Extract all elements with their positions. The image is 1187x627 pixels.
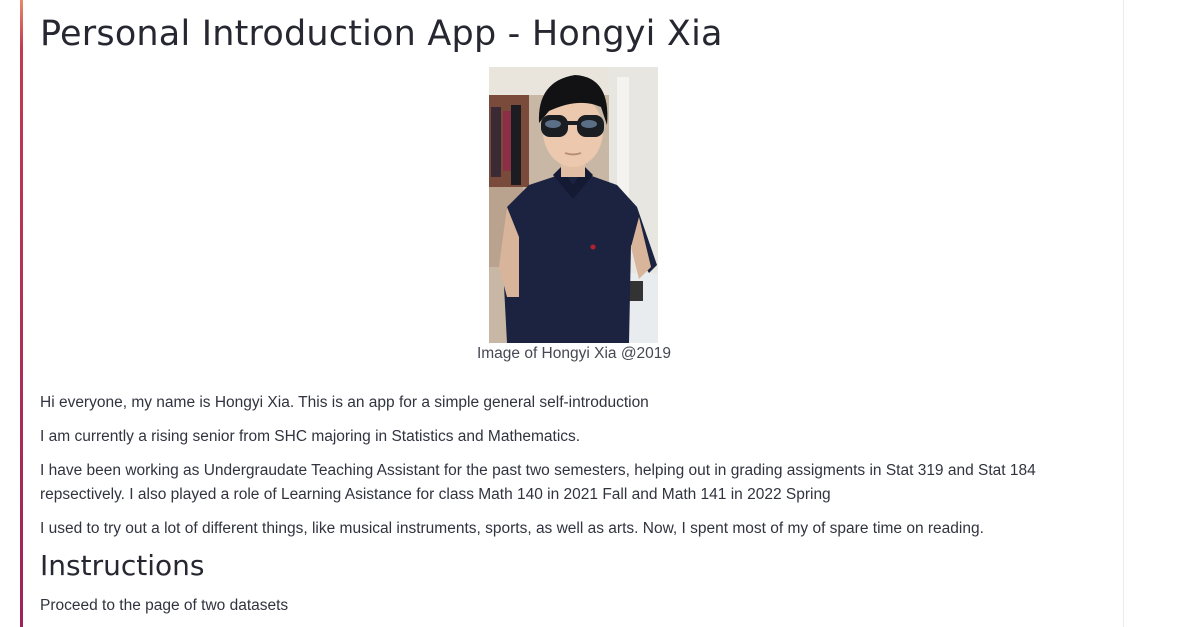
main-column-border	[1123, 0, 1124, 627]
image-caption: Image of Hongyi Xia @2019	[476, 345, 672, 362]
intro-paragraph-3: I have been working as Undergraudate Tea…	[40, 462, 1036, 503]
app-page: Personal Introduction App - Hongyi Xia I…	[0, 0, 1187, 627]
intro-paragraph-2: I am currently a rising senior from SHC …	[40, 428, 581, 445]
profile-figure	[489, 67, 658, 343]
intro-paragraph-4: I used to try out a lot of different thi…	[40, 520, 984, 537]
page-title: Personal Introduction App - Hongyi Xia	[40, 14, 723, 54]
instructions-heading: Instructions	[40, 549, 205, 582]
instructions-text: Proceed to the page of two datasets	[40, 597, 289, 614]
accent-bar	[20, 0, 23, 627]
intro-paragraph-1: Hi everyone, my name is Hongyi Xia. This…	[40, 394, 649, 411]
profile-photo	[489, 67, 658, 343]
